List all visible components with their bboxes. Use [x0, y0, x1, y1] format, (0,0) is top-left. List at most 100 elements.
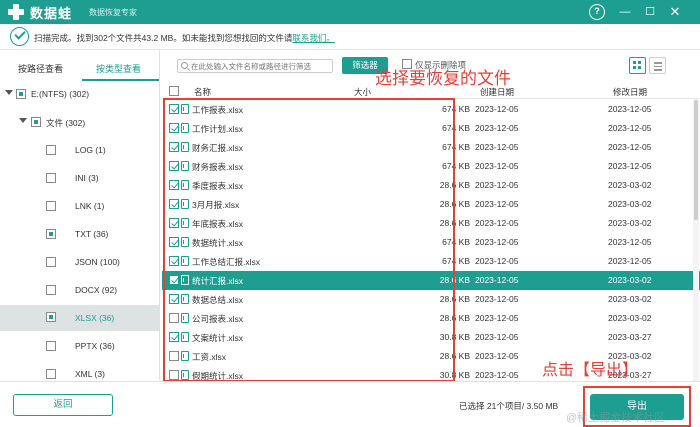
- tree-item-label: 文件 (302): [46, 118, 86, 128]
- back-button[interactable]: 返回: [13, 394, 113, 416]
- app-subtitle: 数据恢复专家: [89, 8, 137, 17]
- tree-checkbox[interactable]: [46, 312, 56, 322]
- file-size-cell: 674 KB: [442, 123, 470, 133]
- tab-by-type[interactable]: 按类型查看: [96, 62, 141, 75]
- tree-item-drive[interactable]: E:(NTFS) (302): [0, 85, 159, 104]
- chevron-down-icon[interactable]: [5, 90, 13, 95]
- table-row[interactable]: 工作总结汇报.xlsx 674 KB 2023-12-05 2023-12-05: [162, 252, 700, 271]
- file-size-cell: 674 KB: [442, 237, 470, 247]
- modified-date-cell: 2023-03-02: [608, 218, 652, 228]
- table-row[interactable]: 工作计划.xlsx 674 KB 2023-12-05 2023-12-05: [162, 119, 700, 138]
- row-checkbox[interactable]: [169, 180, 179, 190]
- minimize-icon[interactable]: —: [617, 4, 633, 20]
- tab-by-path[interactable]: 按路径查看: [18, 62, 63, 75]
- tree-checkbox[interactable]: [46, 145, 56, 155]
- tree-item-label: XML (3): [75, 369, 105, 379]
- chevron-down-icon[interactable]: [19, 118, 27, 123]
- maximize-icon[interactable]: ☐: [642, 4, 658, 20]
- excel-file-icon: [181, 313, 189, 323]
- modified-date-cell: 2023-12-05: [608, 161, 652, 171]
- column-modified[interactable]: 修改日期: [613, 86, 647, 98]
- close-icon[interactable]: ✕: [667, 4, 683, 20]
- row-checkbox[interactable]: [169, 123, 179, 133]
- grid-view-icon[interactable]: [629, 57, 646, 74]
- table-row[interactable]: 数据统计.xlsx 674 KB 2023-12-05 2023-12-05: [162, 233, 700, 252]
- tree-checkbox[interactable]: [16, 89, 26, 99]
- watermark: @稀土掘金技术社区: [566, 412, 666, 424]
- contact-us-link[interactable]: 联系我们。: [292, 33, 335, 43]
- row-checkbox[interactable]: [169, 332, 179, 342]
- row-checkbox[interactable]: [169, 256, 179, 266]
- tree-item-txt[interactable]: TXT (36): [0, 225, 159, 244]
- row-checkbox[interactable]: [169, 218, 179, 228]
- tree-item-lnk[interactable]: LNK (1): [0, 197, 159, 216]
- file-name-cell: 文案统计.xlsx: [192, 333, 244, 343]
- modified-date-cell: 2023-12-05: [608, 123, 652, 133]
- excel-file-icon: [181, 199, 189, 209]
- tree-item-xlsx[interactable]: XLSX (36): [0, 305, 159, 331]
- left-panel: 按路径查看 按类型查看 E:(NTFS) (302) 文件 (302) LOG …: [0, 50, 160, 380]
- tree-checkbox[interactable]: [46, 229, 56, 239]
- file-name-cell: 工作总结汇报.xlsx: [192, 257, 261, 267]
- row-checkbox[interactable]: [169, 104, 179, 114]
- tree-item-ini[interactable]: INI (3): [0, 169, 159, 188]
- modified-date-cell: 2023-03-02: [608, 294, 652, 304]
- table-row[interactable]: 财务报表.xlsx 674 KB 2023-12-05 2023-12-05: [162, 157, 700, 176]
- table-row[interactable]: 季度报表.xlsx 28.6 KB 2023-12-05 2023-03-02: [162, 176, 700, 195]
- tree-checkbox[interactable]: [46, 257, 56, 267]
- scan-status-bar: 扫描完成。找到302个文件共43.2 MB。如未能找到您想找回的文件请联系我们。: [0, 24, 700, 50]
- created-date-cell: 2023-12-05: [475, 104, 519, 114]
- column-size[interactable]: 大小: [354, 86, 371, 98]
- table-row[interactable]: 统计汇报.xlsx 28.6 KB 2023-12-05 2023-03-02: [162, 271, 700, 290]
- created-date-cell: 2023-12-05: [475, 218, 519, 228]
- table-row[interactable]: 财务汇报.xlsx 674 KB 2023-12-05 2023-12-05: [162, 138, 700, 157]
- excel-file-icon: [181, 237, 189, 247]
- search-box[interactable]: [177, 59, 333, 73]
- file-name-cell: 财务汇报.xlsx: [192, 143, 244, 153]
- tree-item-docx[interactable]: DOCX (92): [0, 281, 159, 300]
- select-all-checkbox[interactable]: [169, 86, 179, 96]
- table-row[interactable]: 数据总结.xlsx 28.6 KB 2023-12-05 2023-03-02: [162, 290, 700, 309]
- tree-checkbox[interactable]: [31, 117, 41, 127]
- row-checkbox[interactable]: [169, 294, 179, 304]
- tree-checkbox[interactable]: [46, 173, 56, 183]
- tree-checkbox[interactable]: [46, 369, 56, 379]
- row-checkbox[interactable]: [169, 161, 179, 171]
- row-checkbox[interactable]: [169, 142, 179, 152]
- tree-checkbox[interactable]: [46, 341, 56, 351]
- tree-item-pptx[interactable]: PPTX (36): [0, 337, 159, 356]
- row-checkbox[interactable]: [169, 313, 179, 323]
- table-row[interactable]: 文案统计.xlsx 30.8 KB 2023-12-05 2023-03-27: [162, 328, 700, 347]
- table-row[interactable]: 年底报表.xlsx 28.6 KB 2023-12-05 2023-03-02: [162, 214, 700, 233]
- table-row[interactable]: 工作报表.xlsx 674 KB 2023-12-05 2023-12-05: [162, 100, 700, 119]
- file-name-cell: 数据统计.xlsx: [192, 238, 244, 248]
- file-size-cell: 674 KB: [442, 142, 470, 152]
- table-row[interactable]: 公司报表.xlsx 28.6 KB 2023-12-05 2023-03-02: [162, 309, 700, 328]
- tree-item-files[interactable]: 文件 (302): [0, 113, 159, 132]
- search-input[interactable]: [191, 61, 331, 72]
- row-checkbox[interactable]: [169, 370, 179, 380]
- created-date-cell: 2023-12-05: [475, 370, 519, 380]
- tree-item-log[interactable]: LOG (1): [0, 141, 159, 160]
- scrollbar-thumb[interactable]: [694, 100, 698, 220]
- modified-date-cell: 2023-03-02: [608, 180, 652, 190]
- file-name-cell: 工资.xlsx: [192, 352, 227, 362]
- excel-file-icon: [181, 275, 189, 285]
- row-checkbox[interactable]: [169, 351, 179, 361]
- tree-item-xml[interactable]: XML (3): [0, 365, 159, 380]
- table-row[interactable]: 3月月报.xlsx 28.6 KB 2023-12-05 2023-03-02: [162, 195, 700, 214]
- created-date-cell: 2023-12-05: [475, 294, 519, 304]
- excel-file-icon: [181, 294, 189, 304]
- help-icon[interactable]: ?: [589, 4, 605, 20]
- column-name[interactable]: 名称: [194, 86, 211, 98]
- file-size-cell: 28.6 KB: [439, 313, 470, 323]
- row-checkbox[interactable]: [169, 275, 179, 285]
- tree-checkbox[interactable]: [46, 201, 56, 211]
- tree-checkbox[interactable]: [46, 285, 56, 295]
- row-checkbox[interactable]: [169, 199, 179, 209]
- row-checkbox[interactable]: [169, 237, 179, 247]
- tree-item-json[interactable]: JSON (100): [0, 253, 159, 272]
- file-size-cell: 28.6 KB: [439, 199, 470, 209]
- check-circle-icon: [10, 27, 29, 46]
- list-view-icon[interactable]: [649, 57, 666, 74]
